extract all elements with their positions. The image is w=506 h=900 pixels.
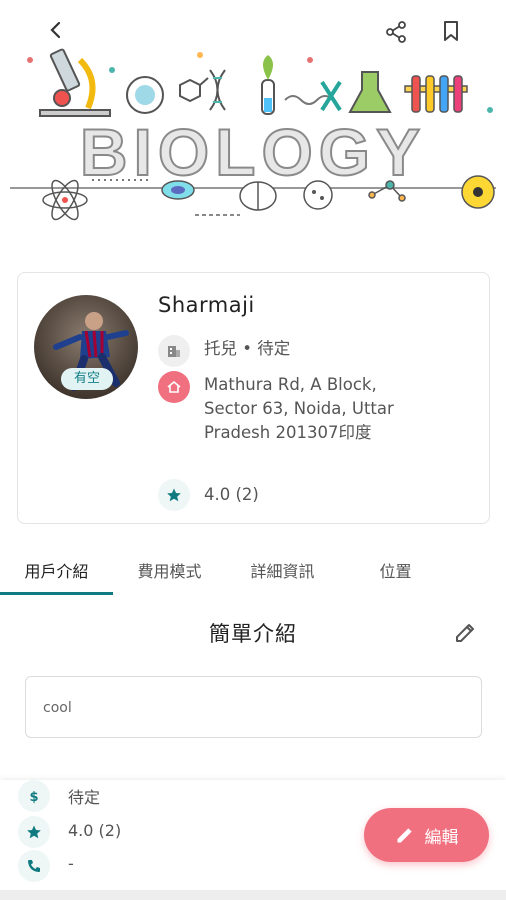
category-icon-wrap — [158, 335, 190, 367]
edit-fab-button[interactable]: 編輯 — [364, 808, 489, 862]
rating-icon-wrap — [158, 479, 190, 511]
profile-card: 有空 Sharmaji 托兒 • 待定 Mathura Rd, A Block,… — [17, 272, 490, 524]
plant-tube-icon — [261, 55, 275, 115]
price-icon-wrap: $ — [18, 780, 50, 812]
back-button[interactable] — [46, 20, 82, 56]
availability-badge: 有空 — [61, 368, 113, 390]
pencil-icon — [397, 828, 412, 843]
dna-icon — [209, 69, 226, 111]
building-icon — [168, 346, 180, 357]
price-text: 待定 — [68, 788, 101, 807]
address-line-1: Mathura Rd, A Block, — [204, 375, 377, 394]
tab-user-intro[interactable]: 用戶介紹 — [0, 546, 113, 594]
share-button[interactable] — [384, 20, 420, 56]
address-icon-wrap — [158, 371, 190, 403]
header-banner: BIOLOGY — [0, 0, 506, 238]
rating-text: 4.0 (2) — [204, 485, 259, 504]
rating-icon-wrap-2 — [18, 816, 50, 848]
bacteria-icon — [161, 180, 195, 200]
profile-name: Sharmaji — [158, 293, 255, 317]
star-icon — [27, 825, 41, 839]
rating-text-2: 4.0 (2) — [68, 821, 122, 840]
bottom-divider — [0, 890, 506, 900]
star-icon — [167, 488, 181, 502]
microscope-icon — [39, 48, 111, 117]
address-text: Mathura Rd, A Block, Sector 63, Noida, U… — [204, 373, 464, 445]
flask-icon — [348, 71, 392, 113]
chevron-left-icon — [50, 21, 61, 39]
share-icon — [386, 21, 406, 43]
tab-location[interactable]: 位置 — [339, 546, 452, 594]
bookmark-icon — [444, 21, 458, 41]
petri-dish-icon — [303, 180, 333, 210]
phone-text: - — [68, 854, 74, 873]
fab-label: 編輯 — [424, 827, 459, 848]
molecule-icon — [179, 77, 209, 103]
home-icon — [167, 380, 181, 393]
category-text: 托兒 • 待定 — [204, 339, 291, 358]
test-tubes-icon — [404, 75, 468, 113]
phone-icon — [28, 860, 40, 872]
tab-fee-mode[interactable]: 費用模式 — [113, 546, 226, 594]
section-title: 簡單介紹 — [209, 622, 297, 646]
dollar-icon: $ — [29, 790, 38, 804]
edit-intro-button[interactable] — [448, 616, 482, 650]
bookmark-button[interactable] — [440, 20, 476, 56]
banner-title: BIOLOGY — [80, 115, 426, 189]
address-line-3: Pradesh 201307印度 — [204, 423, 372, 442]
tab-bar: 用戶介紹 費用模式 詳細資訊 位置 — [0, 546, 506, 596]
pencil-icon — [456, 624, 474, 642]
brain-icon — [239, 181, 277, 211]
address-line-2: Sector 63, Noida, Uttar — [204, 399, 394, 418]
tab-details[interactable]: 詳細資訊 — [226, 546, 339, 594]
active-tab-indicator — [0, 592, 113, 595]
svg-text:$: $ — [29, 790, 38, 804]
phone-icon-wrap — [18, 850, 50, 882]
intro-text-box: cool — [25, 676, 482, 738]
